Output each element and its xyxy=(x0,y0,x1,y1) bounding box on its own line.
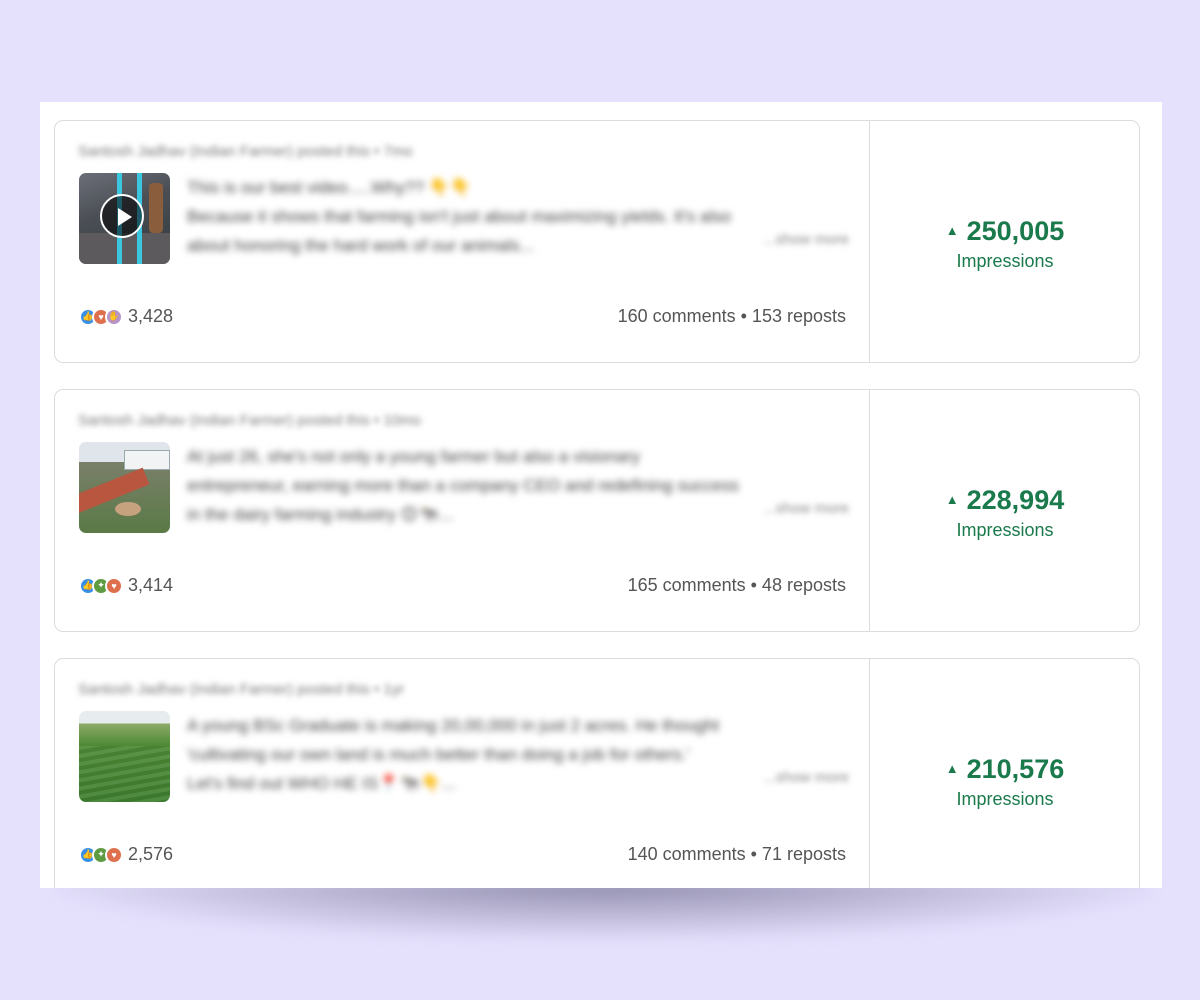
impressions-label: Impressions xyxy=(956,789,1054,809)
play-icon[interactable] xyxy=(100,194,144,238)
impressions-metric: ▲ 250,005 Impressions xyxy=(869,121,1141,364)
post-author-header[interactable]: Santosh Jadhav (Indian Farmer) posted th… xyxy=(78,143,413,160)
show-more-link[interactable]: ...show more xyxy=(763,500,849,517)
show-more-link[interactable]: ...show more xyxy=(763,231,849,248)
comments-reposts-count[interactable]: 165 comments • 48 reposts xyxy=(628,575,846,596)
reaction-count: 2,576 xyxy=(128,844,174,864)
triangle-up-icon: ▲ xyxy=(945,223,959,238)
reaction-count: 3,414 xyxy=(128,575,174,595)
triangle-up-icon: ▲ xyxy=(945,492,959,507)
triangle-up-icon: ▲ xyxy=(945,761,959,776)
post-card[interactable]: Santosh Jadhav (Indian Farmer) posted th… xyxy=(54,120,1140,363)
show-more-link[interactable]: ...show more xyxy=(763,769,849,786)
post-card[interactable]: Santosh Jadhav (Indian Farmer) posted th… xyxy=(54,389,1140,632)
post-author-header[interactable]: Santosh Jadhav (Indian Farmer) posted th… xyxy=(78,681,404,698)
comments-reposts-count[interactable]: 140 comments • 71 reposts xyxy=(628,844,846,865)
post-card[interactable]: Santosh Jadhav (Indian Farmer) posted th… xyxy=(54,658,1140,888)
impressions-value: 228,994 xyxy=(966,485,1065,515)
support-reaction-icon: ✋ xyxy=(105,307,123,326)
post-text: This is our best video.....Why?? 👇👇 Beca… xyxy=(187,178,732,255)
post-text: At just 26, she's not only a young farme… xyxy=(187,447,739,524)
post-video-thumbnail[interactable] xyxy=(79,173,170,264)
reactions-summary[interactable]: 👍 ✦ ♥ 2,576 xyxy=(79,844,173,865)
reactions-summary[interactable]: 👍 ♥ ✋ 3,428 xyxy=(79,306,173,327)
impressions-value: 210,576 xyxy=(966,754,1065,784)
impressions-metric: ▲ 210,576 Impressions xyxy=(869,659,1141,888)
post-content-area[interactable]: Santosh Jadhav (Indian Farmer) posted th… xyxy=(55,121,870,362)
impressions-metric: ▲ 228,994 Impressions xyxy=(869,390,1141,633)
impressions-value: 250,005 xyxy=(966,216,1065,246)
post-text: A young BSc Graduate is making 20,00,000… xyxy=(187,716,720,793)
reaction-count: 3,428 xyxy=(128,306,174,326)
post-content-area[interactable]: Santosh Jadhav (Indian Farmer) posted th… xyxy=(55,390,870,631)
impressions-label: Impressions xyxy=(956,520,1054,540)
post-image-thumbnail[interactable] xyxy=(79,442,170,533)
love-reaction-icon: ♥ xyxy=(105,845,123,864)
post-content-area[interactable]: Santosh Jadhav (Indian Farmer) posted th… xyxy=(55,659,870,888)
love-reaction-icon: ♥ xyxy=(105,576,123,595)
post-author-header[interactable]: Santosh Jadhav (Indian Farmer) posted th… xyxy=(78,412,421,429)
post-image-thumbnail[interactable] xyxy=(79,711,170,802)
comments-reposts-count[interactable]: 160 comments • 153 reposts xyxy=(618,306,846,327)
analytics-posts-panel: Santosh Jadhav (Indian Farmer) posted th… xyxy=(40,102,1162,888)
impressions-label: Impressions xyxy=(956,251,1054,271)
reactions-summary[interactable]: 👍 ✦ ♥ 3,414 xyxy=(79,575,173,596)
panel-shadow xyxy=(55,880,1155,940)
